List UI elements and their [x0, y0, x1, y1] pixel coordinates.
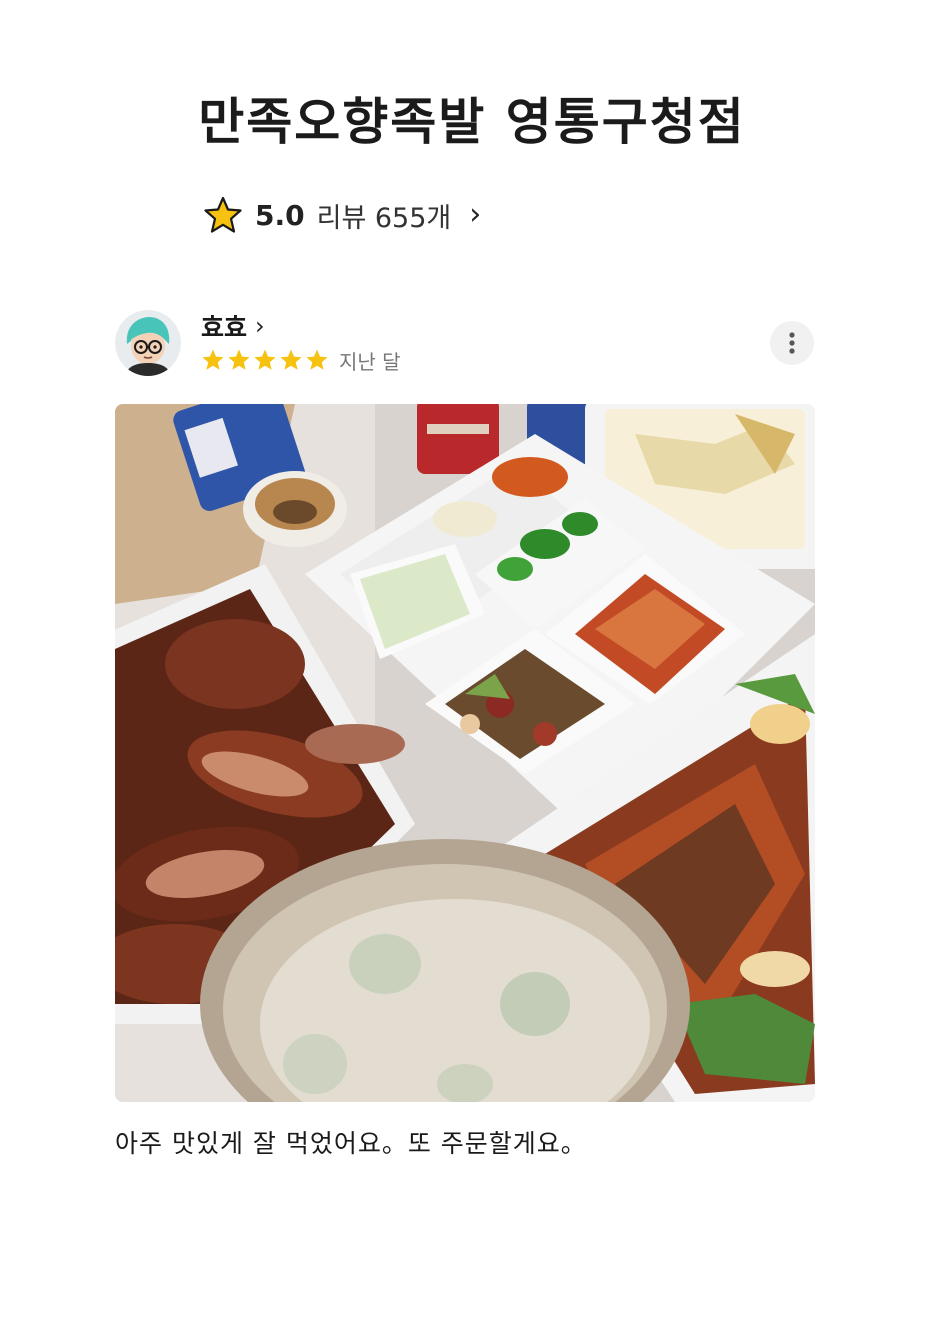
store-title: 만족오향족발 영통구청점: [198, 93, 746, 151]
rating-score: 5.0: [255, 198, 305, 232]
more-options-button[interactable]: [770, 321, 814, 365]
review-photo[interactable]: [115, 404, 815, 1102]
chevron-right-icon: ›: [255, 312, 265, 340]
avatar[interactable]: [115, 310, 181, 376]
review-count: 리뷰 655개: [316, 202, 452, 234]
chevron-right-icon: ›: [469, 197, 482, 232]
star-icon: [280, 349, 302, 370]
star-icon: [203, 195, 243, 235]
star-icon: [228, 349, 250, 370]
star-icon: [202, 349, 224, 370]
more-vertical-icon: [789, 332, 795, 354]
rating-summary-link[interactable]: 5.0 리뷰 655개 ›: [203, 193, 481, 237]
star-icon: [254, 349, 276, 370]
review-text: 아주 맛있게 잘 먹었어요。또 주문할게요。: [115, 1129, 587, 1158]
star-icon: [306, 349, 328, 370]
review-star-rating: [201, 348, 329, 372]
review-date: 지난 달: [339, 350, 401, 374]
reviewer-name: 효효: [201, 313, 248, 342]
reviewer-profile-link[interactable]: 효효 ›: [201, 308, 265, 344]
